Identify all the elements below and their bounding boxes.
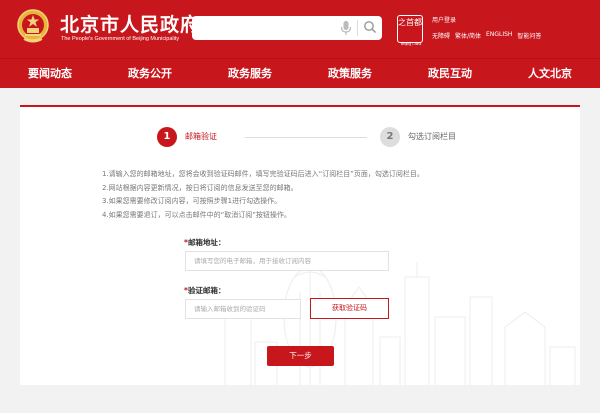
site-subtitle: The People's Government of Beijing Munic… bbox=[61, 36, 180, 42]
nav-item-gov-services[interactable]: 政务服务 bbox=[200, 59, 300, 88]
step-1-label: 邮箱验证 bbox=[185, 132, 217, 141]
step-1-indicator: 1 bbox=[157, 127, 177, 147]
user-login-link[interactable]: 用户登录 bbox=[432, 15, 456, 24]
search-box bbox=[192, 16, 382, 40]
capital-logo-caption: Beijing China bbox=[400, 42, 422, 46]
instruction-item: 4.如果您需要退订，可以点击邮件中的“取消订阅”按钮操作。 bbox=[102, 210, 291, 219]
top-links: 无障碍 繁体/简体 ENGLISH 智能问答 bbox=[432, 31, 541, 40]
traditional-simplified-link[interactable]: 繁体/简体 bbox=[455, 31, 481, 40]
step-connector bbox=[245, 137, 367, 138]
nav-item-interaction[interactable]: 政民互动 bbox=[400, 59, 500, 88]
verify-code-label-text: 验证邮箱： bbox=[187, 286, 226, 295]
search-input[interactable] bbox=[200, 20, 340, 36]
main-nav: 要闻动态 政务公开 政务服务 政策服务 政民互动 人文北京 bbox=[0, 58, 600, 88]
nav-item-news[interactable]: 要闻动态 bbox=[0, 59, 100, 88]
smart-qa-link[interactable]: 智能问答 bbox=[517, 31, 541, 40]
microphone-icon[interactable] bbox=[340, 20, 352, 36]
accessibility-link[interactable]: 无障碍 bbox=[432, 31, 450, 40]
email-label-text: 邮箱地址： bbox=[187, 238, 226, 247]
email-input[interactable] bbox=[185, 251, 389, 271]
nav-item-gov-affairs[interactable]: 政务公开 bbox=[100, 59, 200, 88]
instruction-item: 1.请输入您的邮箱地址，您将会收到验证码邮件，填写完验证码后进入“订阅栏目”页面… bbox=[102, 170, 424, 178]
step-2-indicator: 2 bbox=[380, 127, 400, 147]
search-icon[interactable] bbox=[363, 20, 377, 34]
subscription-panel: 1 邮箱验证 2 勾选订阅栏目 1.请输入您的邮箱地址，您将会收到验证码邮件，填… bbox=[20, 105, 580, 385]
instructions-list: 1.请输入您的邮箱地址，您将会收到验证码邮件，填写完验证码后进入“订阅栏目”页面… bbox=[102, 168, 424, 222]
instruction-item: 3.如果您需要修改订阅内容，可按照步骤1进行勾选操作。 bbox=[102, 197, 282, 205]
national-emblem-icon[interactable] bbox=[16, 8, 50, 44]
email-label: *邮箱地址： bbox=[184, 237, 225, 248]
verify-code-input[interactable] bbox=[185, 299, 301, 319]
nav-item-policy-services[interactable]: 政策服务 bbox=[300, 59, 400, 88]
nav-item-culture[interactable]: 人文北京 bbox=[500, 59, 600, 88]
site-title[interactable]: 北京市人民政府 bbox=[60, 10, 200, 37]
english-link[interactable]: ENGLISH bbox=[486, 31, 512, 40]
verify-code-label: *验证邮箱： bbox=[184, 285, 225, 296]
step-2-label: 勾选订阅栏目 bbox=[408, 132, 456, 141]
instruction-item: 2.网站根据内容更新情况，按日将订阅的信息发送至您的邮箱。 bbox=[102, 183, 298, 192]
capital-logo[interactable]: 之首都 bbox=[397, 15, 423, 43]
site-header: 北京市人民政府 The People's Government of Beiji… bbox=[0, 0, 600, 58]
search-divider bbox=[357, 20, 358, 36]
next-step-button[interactable]: 下一步 bbox=[267, 346, 334, 366]
get-code-button[interactable]: 获取验证码 bbox=[310, 298, 389, 319]
